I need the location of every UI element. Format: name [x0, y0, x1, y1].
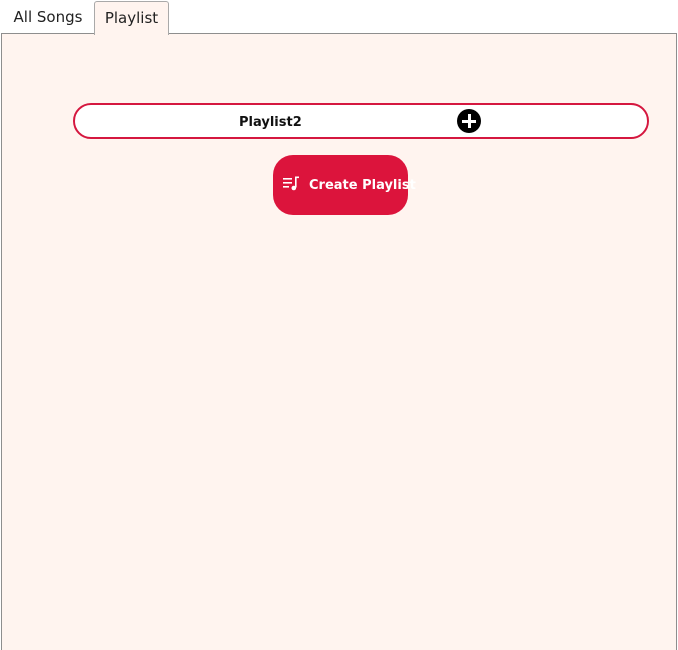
- tab-all-songs[interactable]: All Songs: [4, 1, 92, 33]
- create-playlist-label: Create Playlist: [309, 178, 416, 193]
- plus-circle-icon[interactable]: [457, 109, 481, 133]
- tab-bar: All Songs Playlist: [0, 0, 678, 35]
- playlist-music-icon: [283, 176, 299, 191]
- tab-playlist[interactable]: Playlist: [94, 1, 169, 35]
- playlist-panel: Playlist2 Create Playlist: [1, 33, 677, 650]
- playlist-name: Playlist2: [239, 115, 302, 130]
- playlist-item[interactable]: Playlist2: [73, 103, 649, 139]
- create-playlist-button[interactable]: Create Playlist: [273, 155, 416, 215]
